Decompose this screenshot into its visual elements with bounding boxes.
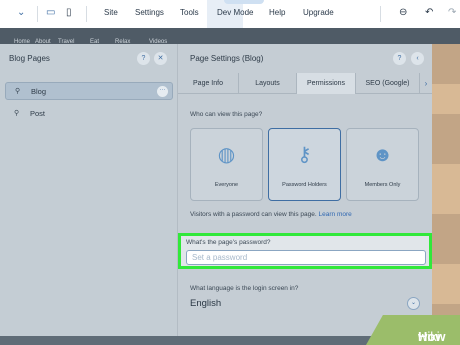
tabs-scroll-right-button[interactable]: › <box>420 73 432 94</box>
divider <box>380 6 381 22</box>
option-everyone[interactable]: ◍ Everyone <box>190 128 263 201</box>
option-members-only[interactable]: ☻ Members Only <box>346 128 419 201</box>
site-nav-bar: Home About Travel Eat Relax Videos <box>0 28 460 45</box>
password-section-highlight: What's the page's password? <box>178 233 432 269</box>
login-language-value[interactable]: English <box>190 298 221 309</box>
page-item-post[interactable]: ⚲ Post <box>5 105 173 123</box>
mobile-view-icon[interactable]: ▯ <box>66 6 72 20</box>
password-info-text: Visitors with a password can view this p… <box>190 211 352 218</box>
background-stripe <box>432 84 460 114</box>
option-label: Everyone <box>214 182 239 188</box>
background-stripe <box>432 164 460 214</box>
menu-help[interactable]: Help <box>269 8 285 17</box>
info-text: Visitors with a password can view this p… <box>190 211 317 218</box>
help-button[interactable]: ? <box>393 52 406 65</box>
page-icon: ⚲ <box>14 110 20 117</box>
more-options-button[interactable]: ··· <box>157 86 168 97</box>
members-icon: ☻ <box>371 144 394 166</box>
option-label: Members Only <box>364 182 401 188</box>
divider <box>86 6 87 22</box>
tab-page-info[interactable]: Page Info <box>178 73 239 94</box>
site-background-preview <box>432 44 460 336</box>
close-button[interactable]: ✕ <box>154 52 167 65</box>
editor-top-bar: ⌄ ▭ ▯ Site Settings Tools Dev Mode Help … <box>0 0 460 28</box>
back-button[interactable]: ‹ <box>411 52 424 65</box>
tab-seo[interactable]: SEO (Google) <box>356 73 420 94</box>
panel-title: Blog Pages <box>9 54 50 63</box>
menu-settings[interactable]: Settings <box>135 8 164 17</box>
menu-dev-mode[interactable]: Dev Mode <box>217 8 253 17</box>
redo-icon[interactable]: ↷ <box>448 6 456 20</box>
watermark-how: How <box>418 329 446 344</box>
menu-upgrade[interactable]: Upgrade <box>303 8 334 17</box>
globe-icon: ◍ <box>217 144 236 166</box>
help-button[interactable]: ? <box>137 52 150 65</box>
undo-icon[interactable]: ↶ <box>425 6 433 20</box>
blog-pages-panel: Blog Pages ? ✕ ⚲ Blog ··· ⚲ Post <box>0 44 178 336</box>
page-item-blog[interactable]: ⚲ Blog ··· <box>5 82 173 100</box>
tab-layouts[interactable]: Layouts <box>239 73 297 94</box>
key-icon: ⚷ <box>297 144 312 166</box>
login-language-label: What language is the login screen in? <box>190 285 299 292</box>
option-label: Password Holders <box>282 182 327 188</box>
menu-tools[interactable]: Tools <box>180 8 199 17</box>
divider <box>37 6 38 22</box>
password-input[interactable] <box>186 250 426 265</box>
zoom-icon[interactable]: ⊖ <box>399 6 407 20</box>
background-stripe <box>432 264 460 304</box>
password-label: What's the page's password? <box>186 239 271 246</box>
page-icon: ⚲ <box>15 88 21 95</box>
who-can-view-label: Who can view this page? <box>190 111 263 118</box>
option-password-holders[interactable]: ⚷ Password Holders <box>268 128 341 201</box>
page-item-label: Blog <box>31 87 47 96</box>
settings-tabs: Page Info Layouts Permissions SEO (Googl… <box>178 73 432 94</box>
desktop-view-icon[interactable]: ▭ <box>46 6 55 20</box>
chevron-down-icon[interactable]: ⌄ <box>407 297 420 310</box>
learn-more-link[interactable]: Learn more <box>319 211 352 218</box>
menu-site[interactable]: Site <box>104 8 118 17</box>
chevron-down-icon[interactable]: ⌄ <box>17 6 25 20</box>
tab-permissions[interactable]: Permissions <box>297 73 356 94</box>
dev-mode-tab[interactable] <box>224 0 264 4</box>
page-settings-panel: Page Settings (Blog) ? ‹ Page Info Layou… <box>178 44 432 336</box>
panel-title: Page Settings (Blog) <box>190 54 264 63</box>
page-item-label: Post <box>30 109 46 118</box>
